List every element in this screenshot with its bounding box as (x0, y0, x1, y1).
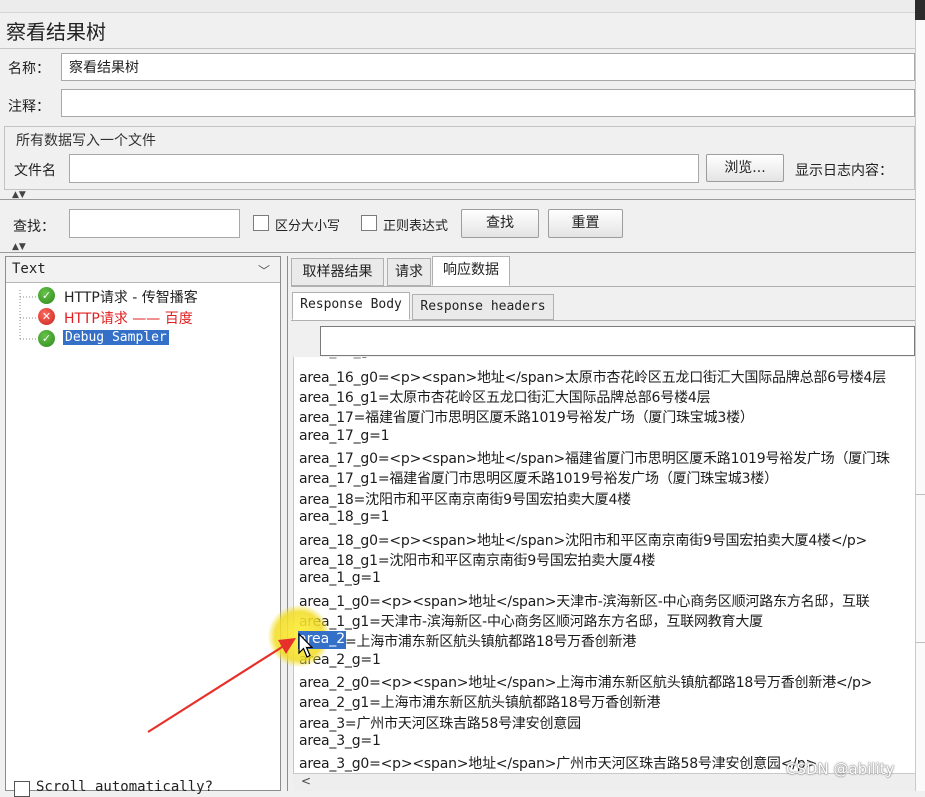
panel-title: 察看结果树 (6, 20, 106, 44)
chevron-down-icon: ﹀ (258, 264, 271, 278)
filename-label: 文件名 (14, 163, 56, 179)
tree-item-http-request-itcast[interactable]: ✓ HTTP请求 - 传智播客 (38, 286, 278, 306)
error-shield-icon: ✕ (38, 308, 55, 325)
splitter-1[interactable] (0, 199, 915, 200)
success-shield-icon: ✓ (38, 287, 55, 304)
annotation-arrow-icon (147, 638, 296, 733)
case-sensitive-checkbox[interactable] (253, 215, 269, 231)
comment-field[interactable] (61, 89, 915, 117)
tree-item-label: Debug Sampler (63, 330, 169, 345)
case-sensitive-label: 区分大小写 (275, 219, 341, 234)
text-line: area_3_g0=<p><span>地址</span>广州市天河区珠吉路58号… (299, 756, 817, 772)
text-line: area_1_g0=<p><span>地址</span>天津市-滨海新区-中心商… (299, 594, 870, 610)
text-line: area_3_g=1 (299, 733, 381, 749)
watermark: CSDN @ability (786, 760, 895, 778)
scroll-automatically-checkbox[interactable] (14, 781, 30, 797)
regex-checkbox[interactable] (361, 215, 377, 231)
name-field[interactable]: 察看结果树 (61, 53, 915, 81)
text-line: area_18_g=1 (299, 509, 390, 525)
text-line: area_17=福建省厦门市思明区厦禾路1019号裕发广场（厦门珠宝城3楼） (299, 410, 754, 426)
top-strip (0, 0, 925, 24)
find-button[interactable]: 查找 (461, 209, 539, 238)
right-edge-panel (915, 20, 925, 791)
tab-request[interactable]: 请求 (387, 258, 431, 286)
text-line: area_17_g=1 (299, 428, 390, 444)
tree-item-debug-sampler[interactable]: ✓ Debug Sampler (38, 329, 278, 349)
text-line: area_2_g1=上海市浦东新区航头镇航都路18号万香创新港 (299, 695, 661, 711)
text-line: area_16_g0=<p><span>地址</span>太原市杏花岭区五龙口街… (299, 370, 887, 386)
scroll-left-icon[interactable]: < (301, 774, 311, 788)
name-value: 察看结果树 (69, 60, 139, 76)
text-line: area_18_g1=沈阳市和平区南京南街9号国宏拍卖大厦4楼 (299, 553, 656, 569)
browse-button[interactable]: 浏览... (706, 154, 784, 182)
regex-label: 正则表达式 (383, 219, 449, 234)
text-line: area_18_g0=<p><span>地址</span>沈阳市和平区南京南街9… (299, 533, 868, 549)
file-group-legend: 所有数据写入一个文件 (12, 130, 160, 150)
response-body-text[interactable]: area_16_g= area_16_g0=<p><span>地址</span>… (293, 357, 915, 773)
text-line: area_2_g0=<p><span>地址</span>上海市浦东新区航头镇航都… (299, 675, 873, 691)
renderer-select-value: Text (12, 261, 46, 277)
text-line: area_17_g1=福建省厦门市思明区厦禾路1019号裕发广场（厦门珠宝城3楼… (299, 471, 778, 487)
tab-response-data[interactable]: 响应数据 (432, 256, 510, 286)
clipped-line: area_16_g= (299, 357, 381, 363)
text-line: area_16_g1=太原市杏花岭区五龙口街汇大国际品牌总部6号楼4层 (299, 390, 711, 406)
splitter-grip-2[interactable]: ▲▼ (12, 243, 26, 252)
tree-item-http-request-baidu[interactable]: ✕ HTTP请求 —— 百度 (38, 307, 278, 327)
text-line: area_1_g=1 (299, 570, 381, 586)
text-line: area_17_g0=<p><span>地址</span>福建省厦门市思明区厦禾… (299, 451, 890, 467)
log-content-label: 显示日志内容： (795, 163, 893, 179)
splitter-2[interactable] (0, 252, 915, 253)
find-input[interactable] (69, 209, 240, 238)
success-shield-icon: ✓ (38, 330, 55, 347)
text-line-area-2: area_2=上海市浦东新区航头镇航都路18号万香创新港 (344, 634, 637, 650)
tab-divider (291, 286, 915, 287)
text-line: area_18=沈阳市和平区南京南街9号国宏拍卖大厦4楼 (299, 492, 631, 508)
response-search-input[interactable] (320, 326, 915, 356)
title-divider (0, 48, 915, 49)
reset-button[interactable]: 重置 (548, 209, 623, 238)
tree-item-label: HTTP请求 —— 百度 (64, 311, 193, 327)
renderer-select[interactable]: Text ﹀ (6, 257, 280, 283)
comment-label: 注释： (8, 99, 50, 115)
tree-item-label: HTTP请求 - 传智播客 (64, 290, 198, 306)
name-label: 名称： (8, 61, 50, 77)
tab-response-headers[interactable]: Response headers (412, 294, 554, 320)
text-line: area_3=广州市天河区珠吉路58号津安创意园 (299, 716, 581, 732)
scroll-automatically-label: Scroll automatically? (36, 779, 214, 795)
find-label: 查找： (13, 219, 55, 235)
filename-input[interactable] (69, 154, 699, 183)
text-line: area_1_g1=天津市-滨海新区-中心商务区顺河路东方名邸，互联网教育大厦 (299, 614, 763, 630)
subtab-divider (291, 320, 915, 321)
tab-response-body[interactable]: Response Body (292, 292, 410, 320)
tab-sampler-result[interactable]: 取样器结果 (291, 258, 384, 286)
